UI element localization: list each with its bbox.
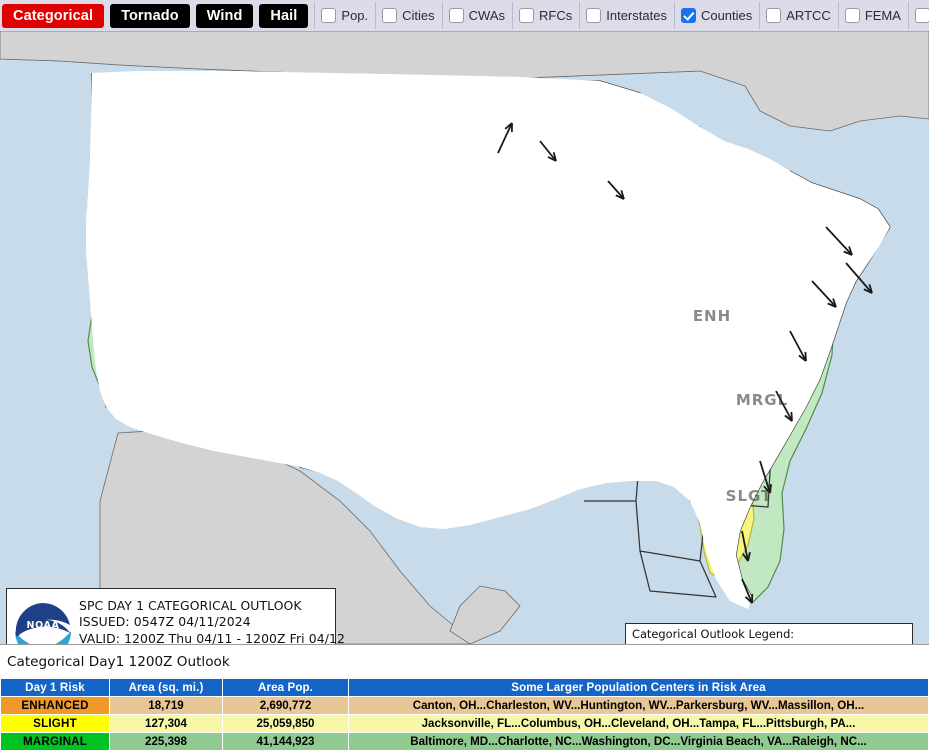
risk-summary-table: Day 1 Risk Area (sq. mi.) Area Pop. Some La… bbox=[0, 678, 929, 751]
table-body: ENHANCED 18,719 2,690,772 Canton, OH...Char… bbox=[0, 696, 929, 751]
layer-toggle-label: RFCs bbox=[539, 8, 573, 23]
layer-toggle-artcc[interactable]: ARTCC bbox=[759, 2, 838, 29]
legend-label: 2: SLGT bbox=[884, 643, 929, 644]
table-cell: MARGINAL bbox=[0, 732, 110, 751]
table-row: MARGINAL 225,398 41,144,923 Baltimore, MD..… bbox=[0, 732, 929, 751]
categorical-legend: Categorical Outlook Legend: TSTM 1: MRGL 2… bbox=[625, 623, 929, 645]
legend-swatch bbox=[728, 644, 771, 645]
table-cell: Baltimore, MD...Charlotte, NC...Washingt… bbox=[348, 732, 929, 751]
map-caption: Categorical Day1 1200Z Outlook bbox=[0, 645, 929, 678]
layer-toggle-label: Counties bbox=[700, 8, 753, 23]
checkbox-interstates-unchecked-icon[interactable] bbox=[586, 8, 602, 23]
checkbox-cities-unchecked-icon[interactable] bbox=[382, 8, 398, 23]
table-cell: SLIGHT bbox=[0, 714, 110, 733]
map-label-slgt: SLGT bbox=[726, 487, 773, 505]
legend-items: TSTM1: MRGL2: SLGT3: ENH4: MDT5: HIGH bbox=[631, 643, 929, 645]
outlook-title: SPC DAY 1 CATEGORICAL OUTLOOK bbox=[79, 597, 302, 613]
legend-swatch bbox=[631, 644, 674, 645]
table-row: SLIGHT 127,304 25,059,850 Jacksonville, FL.… bbox=[0, 714, 929, 733]
table-cell: 127,304 bbox=[109, 714, 223, 733]
table-header-cell: Day 1 Risk bbox=[0, 678, 110, 697]
checkbox-rfcs-unchecked-icon[interactable] bbox=[519, 8, 535, 23]
toolbar-button-tornado[interactable]: Tornado bbox=[110, 3, 190, 28]
legend-item-2-slgt: 2: SLGT bbox=[834, 643, 929, 645]
table-header-cell: Area Pop. bbox=[222, 678, 349, 697]
checkbox-artcc-unchecked-icon[interactable] bbox=[766, 8, 782, 23]
table-row: ENHANCED 18,719 2,690,772 Canton, OH...Char… bbox=[0, 696, 929, 715]
legend-item-tstm: TSTM bbox=[631, 643, 724, 645]
layer-toggle-fema[interactable]: FEMA bbox=[837, 2, 908, 29]
checkbox-counties-checked-icon[interactable] bbox=[680, 8, 696, 23]
map-label-enh: ENH bbox=[693, 307, 731, 325]
layer-toggle-label: FEMA bbox=[864, 8, 901, 23]
toolbar-button-wind[interactable]: Wind bbox=[195, 3, 254, 28]
checkbox-pop-unchecked-icon[interactable] bbox=[321, 8, 337, 23]
toolbar-button-hail[interactable]: Hail bbox=[259, 3, 309, 28]
outlook-issued: ISSUED: 0547Z 04/11/2024 bbox=[79, 614, 251, 630]
layer-toggle-label: Cities bbox=[402, 8, 435, 23]
table-header-row: Day 1 Risk Area (sq. mi.) Area Pop. Some La… bbox=[0, 678, 929, 697]
checkbox-fema-unchecked-icon[interactable] bbox=[844, 8, 860, 23]
map-label-mrgl: MRGL bbox=[736, 391, 788, 409]
layer-toggle-label: ARTCC bbox=[786, 8, 831, 23]
checkbox-cwas-unchecked-icon[interactable] bbox=[448, 8, 464, 23]
table-cell: 18,719 bbox=[109, 696, 223, 715]
noaa-logo-icon: NOAA bbox=[15, 603, 71, 644]
legend-title: Categorical Outlook Legend: bbox=[632, 627, 795, 641]
legend-label: TSTM bbox=[681, 643, 715, 644]
outlook-valid: VALID: 1200Z Thu 04/11 - 1200Z Fri 04/12 bbox=[79, 631, 345, 645]
layer-toggle-label: Interstates bbox=[606, 8, 667, 23]
table-cell: 25,059,850 bbox=[222, 714, 349, 733]
svg-text:NOAA: NOAA bbox=[27, 620, 60, 631]
layer-toggle-interstates[interactable]: Interstates bbox=[579, 2, 674, 29]
layer-toggle-cities[interactable]: Cities bbox=[375, 2, 442, 29]
table-cell: 41,144,923 bbox=[222, 732, 349, 751]
legend-item-1-mrgl: 1: MRGL bbox=[728, 643, 830, 645]
map-toolbar: Categorical Tornado Wind Hail Pop. Cities CWAs… bbox=[0, 0, 929, 31]
layer-toggle-counties[interactable]: Counties bbox=[673, 2, 759, 29]
layer-toggle-pop[interactable]: Pop. bbox=[314, 2, 375, 29]
layer-toggle-tribal[interactable]: Tribal bbox=[907, 2, 929, 29]
table-cell: 2,690,772 bbox=[222, 696, 349, 715]
layer-toggle-rfcs[interactable]: RFCs bbox=[512, 2, 579, 29]
outlook-map[interactable]: MRGL SLGT ENH NOAA SPC DAY 1 CATEGORICAL O… bbox=[0, 31, 929, 645]
layer-toggle-label: Pop. bbox=[341, 8, 369, 23]
outlook-info-box: NOAA SPC DAY 1 CATEGORICAL OUTLOOK ISSUE… bbox=[6, 588, 345, 644]
legend-swatch bbox=[834, 644, 877, 645]
layer-toggle-label: CWAs bbox=[468, 8, 506, 23]
layer-toggle-cwas[interactable]: CWAs bbox=[441, 2, 512, 29]
table-cell: Jacksonville, FL...Columbus, OH...Clevel… bbox=[348, 714, 929, 733]
table-cell: Canton, OH...Charleston, WV...Huntington… bbox=[348, 696, 929, 715]
map-graphic: MRGL SLGT ENH bbox=[0, 31, 929, 644]
checkbox-tribal-unchecked-icon[interactable] bbox=[914, 8, 929, 23]
toolbar-button-categorical[interactable]: Categorical bbox=[2, 3, 105, 28]
table-header-cell: Some Larger Population Centers in Risk A… bbox=[348, 678, 929, 697]
table-cell: ENHANCED bbox=[0, 696, 110, 715]
legend-label: 1: MRGL bbox=[778, 643, 830, 644]
table-header-cell: Area (sq. mi.) bbox=[109, 678, 223, 697]
table-cell: 225,398 bbox=[109, 732, 223, 751]
